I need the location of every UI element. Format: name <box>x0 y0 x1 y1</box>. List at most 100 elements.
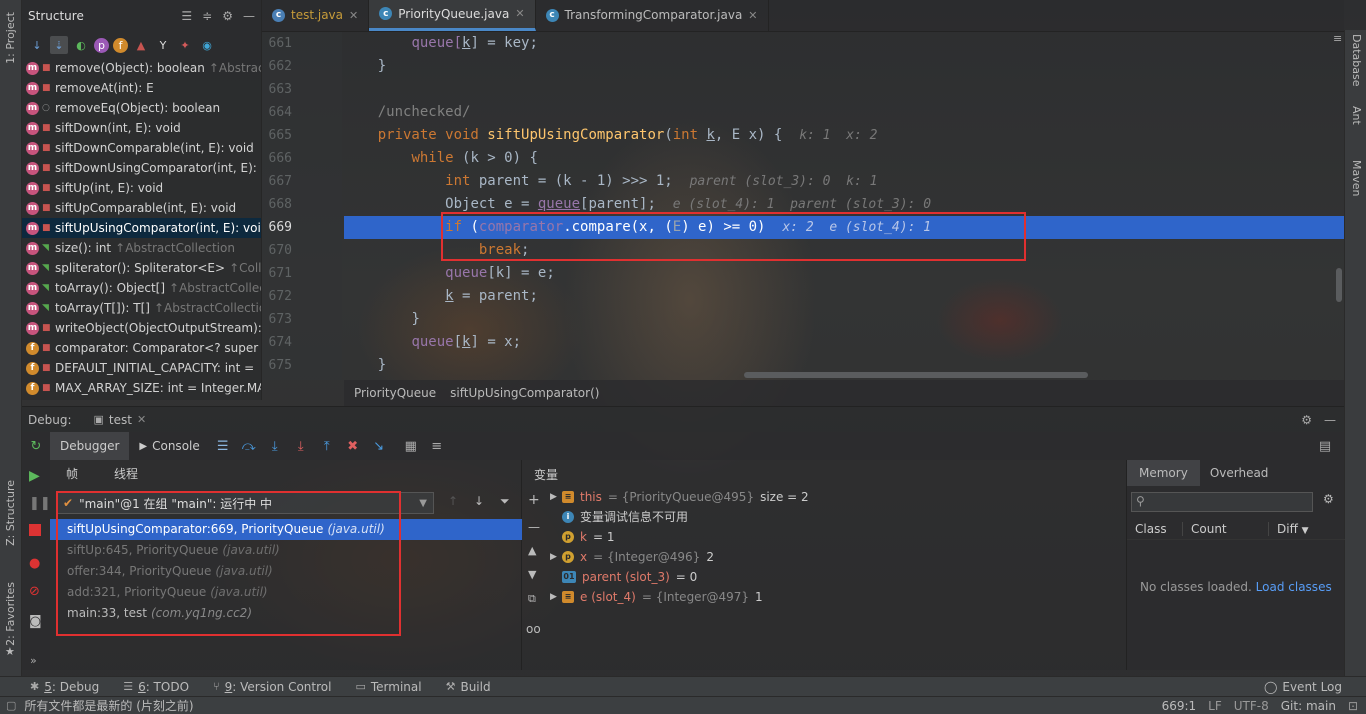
minimize-icon[interactable]: — <box>1324 413 1336 427</box>
close-icon[interactable]: ✕ <box>349 9 358 22</box>
line-number[interactable]: 674 <box>262 331 292 354</box>
line-number[interactable]: 667 <box>262 170 292 193</box>
run-to-cursor-icon[interactable]: ↘ <box>366 436 392 456</box>
sort-visibility-icon[interactable]: ↓ <box>28 36 46 54</box>
column-class[interactable]: Class <box>1127 521 1183 536</box>
variable-row[interactable]: i 变量调试信息不可用 <box>562 507 688 527</box>
star-icon[interactable]: ★ <box>5 645 15 658</box>
favorites-tool-tab[interactable]: 2: Favorites <box>4 582 17 646</box>
line-number[interactable]: 666 <box>262 147 292 170</box>
memory-search-input[interactable]: ⚲ <box>1131 492 1313 512</box>
force-step-into-icon[interactable]: ⤓ <box>288 436 314 456</box>
mute-breakpoints-icon[interactable]: ⊘ <box>29 584 40 599</box>
structure-item[interactable]: m ■ siftUpComparable(int, E): void <box>22 198 261 218</box>
step-into-icon[interactable]: ⤓ <box>262 436 288 456</box>
project-tool-tab[interactable]: 1: Project <box>4 12 17 64</box>
line-number[interactable]: 671 <box>262 262 292 285</box>
line-number[interactable]: 673 <box>262 308 292 331</box>
debug-run-tab[interactable]: ▣ test ✕ <box>94 413 147 427</box>
trace-icon[interactable]: ≡ <box>424 436 450 456</box>
gear-icon[interactable]: ⚙ <box>1323 492 1334 506</box>
show-properties-icon[interactable]: p <box>94 37 109 53</box>
restore-layout-icon[interactable]: ▤ <box>1312 436 1338 456</box>
line-number[interactable]: 665 <box>262 124 292 147</box>
tab-priorityqueue-java[interactable]: c PriorityQueue.java ✕ <box>369 0 536 31</box>
close-icon[interactable]: ✕ <box>137 413 146 426</box>
breadcrumb-class[interactable]: PriorityQueue <box>354 386 436 400</box>
variable-row[interactable]: ▶ ≡ e (slot_4) = {Integer@497} 1 <box>550 587 763 607</box>
structure-item[interactable]: m◥ toArray(T[]): T[]↑AbstractCollection <box>22 298 261 318</box>
variable-row[interactable]: ▶ p x = {Integer@496} 2 <box>550 547 714 567</box>
gear-icon[interactable]: ⚙ <box>1301 413 1312 427</box>
tab-threads[interactable]: 线程 <box>114 465 138 482</box>
structure-item[interactable]: m ■ siftUp(int, E): void <box>22 178 261 198</box>
tool-tab-build[interactable]: ⚒ Build <box>446 680 491 694</box>
column-diff[interactable]: Diff ▼ <box>1269 522 1309 536</box>
tab-console[interactable]: ▶ Console <box>129 432 209 460</box>
arrow-up-icon[interactable]: ↑ <box>448 494 458 508</box>
tool-tab-version-control[interactable]: ⑂ 9: Version Control <box>213 680 331 694</box>
line-number[interactable]: 672 <box>262 285 292 308</box>
structure-item[interactable]: m ■ siftDownComparable(int, E): void <box>22 138 261 158</box>
variable-row[interactable]: ▶ ≡ this = {PriorityQueue@495} size = 2 <box>550 487 809 507</box>
tab-frames[interactable]: 帧 <box>66 465 78 482</box>
resume-icon[interactable]: ▶ <box>29 468 40 484</box>
structure-item[interactable]: m ■ siftDown(int, E): void <box>22 118 261 138</box>
camera-icon[interactable]: ◙ <box>29 614 42 629</box>
structure-item[interactable]: m ■ writeObject(ObjectOutputStream): v <box>22 318 261 338</box>
show-inherited-icon[interactable]: ◐ <box>72 36 90 54</box>
rerun-icon[interactable]: ↻ <box>22 436 50 456</box>
line-number[interactable]: 663 <box>262 78 292 101</box>
tool-tab-bug[interactable]: ✱ 5: Debug <box>30 680 99 694</box>
move-up-icon[interactable]: ▲ <box>528 544 536 557</box>
move-down-icon[interactable]: ▼ <box>528 568 536 581</box>
variable-row[interactable]: p k = 1 <box>562 527 614 547</box>
event-log[interactable]: ◯ Event Log <box>1264 680 1342 694</box>
structure-item[interactable]: m ○ removeEq(Object): boolean <box>22 98 261 118</box>
evaluate-expression-icon[interactable]: ▦ <box>398 436 424 456</box>
structure-tool-tab[interactable]: Z: Structure <box>4 480 17 546</box>
structure-item[interactable]: m■ remove(Object): boolean↑Abstract <box>22 58 261 78</box>
step-out-icon[interactable]: ⤒ <box>314 436 340 456</box>
tool-tab-todo[interactable]: ☰ 6: TODO <box>123 680 189 694</box>
structure-item[interactable]: m ◥ toArray(): Object[] ↑AbstractCollect <box>22 278 261 298</box>
vertical-scrollbar[interactable] <box>1336 268 1342 302</box>
expand-arrow-icon[interactable]: ▶ <box>550 487 557 507</box>
breadcrumb-method[interactable]: siftUpUsingComparator() <box>450 386 599 400</box>
structure-item[interactable]: m ■ siftUpUsingComparator(int, E): void <box>22 218 261 238</box>
ant-tool-tab[interactable]: Ant <box>1350 106 1363 125</box>
tab-transformingcomparator-java[interactable]: c TransformingComparator.java ✕ <box>536 0 769 31</box>
show-anonymous-icon[interactable]: Y <box>154 36 172 54</box>
load-classes-link[interactable]: Load classes <box>1256 580 1332 594</box>
arrow-down-icon[interactable]: ↓ <box>474 494 484 508</box>
sort-alpha-icon[interactable]: ⇣ <box>50 36 68 54</box>
git-branch[interactable]: Git: main <box>1281 699 1336 713</box>
line-number[interactable]: 675 <box>262 354 292 377</box>
lock-icon[interactable]: ⊡ <box>1348 699 1358 713</box>
tab-test-java[interactable]: c test.java ✕ <box>262 0 370 31</box>
cursor-position[interactable]: 669:1 <box>1162 699 1197 713</box>
gear-icon[interactable]: ⚙ <box>222 9 233 23</box>
file-encoding[interactable]: UTF-8 <box>1234 699 1269 713</box>
show-fields-icon[interactable]: f <box>113 37 128 53</box>
expand-all-icon[interactable]: ☰ <box>181 9 192 23</box>
maven-tool-tab[interactable]: Maven <box>1350 160 1363 196</box>
tab-overhead[interactable]: Overhead <box>1200 466 1279 480</box>
structure-item[interactable]: m ■ siftDownUsingComparator(int, E): v <box>22 158 261 178</box>
expand-arrow-icon[interactable]: ▶ <box>550 587 557 607</box>
structure-item[interactable]: m ◥ size(): int ↑AbstractCollection <box>22 238 261 258</box>
structure-item[interactable]: m ■ removeAt(int): E <box>22 78 261 98</box>
close-icon[interactable]: ✕ <box>515 7 524 20</box>
tab-memory[interactable]: Memory <box>1127 460 1200 486</box>
filter-icon[interactable]: ⏷ <box>500 494 510 509</box>
line-number[interactable]: 664 <box>262 101 292 124</box>
pause-icon[interactable]: ❚❚ <box>29 496 51 511</box>
glasses-icon[interactable]: oo <box>526 622 541 636</box>
code-editor[interactable]: queue[k] = key; } /unchecked/ private vo… <box>344 32 1344 380</box>
structure-item[interactable]: f ■ MAX_ARRAY_SIZE: int = Integer.MA <box>22 378 261 398</box>
minimize-icon[interactable]: — <box>243 9 255 23</box>
variable-row[interactable]: 01 parent (slot_3) = 0 <box>562 567 697 587</box>
tab-debugger[interactable]: Debugger <box>50 432 130 460</box>
tool-tab-terminal[interactable]: ▭ Terminal <box>355 680 421 694</box>
line-separator[interactable]: LF <box>1208 699 1222 713</box>
